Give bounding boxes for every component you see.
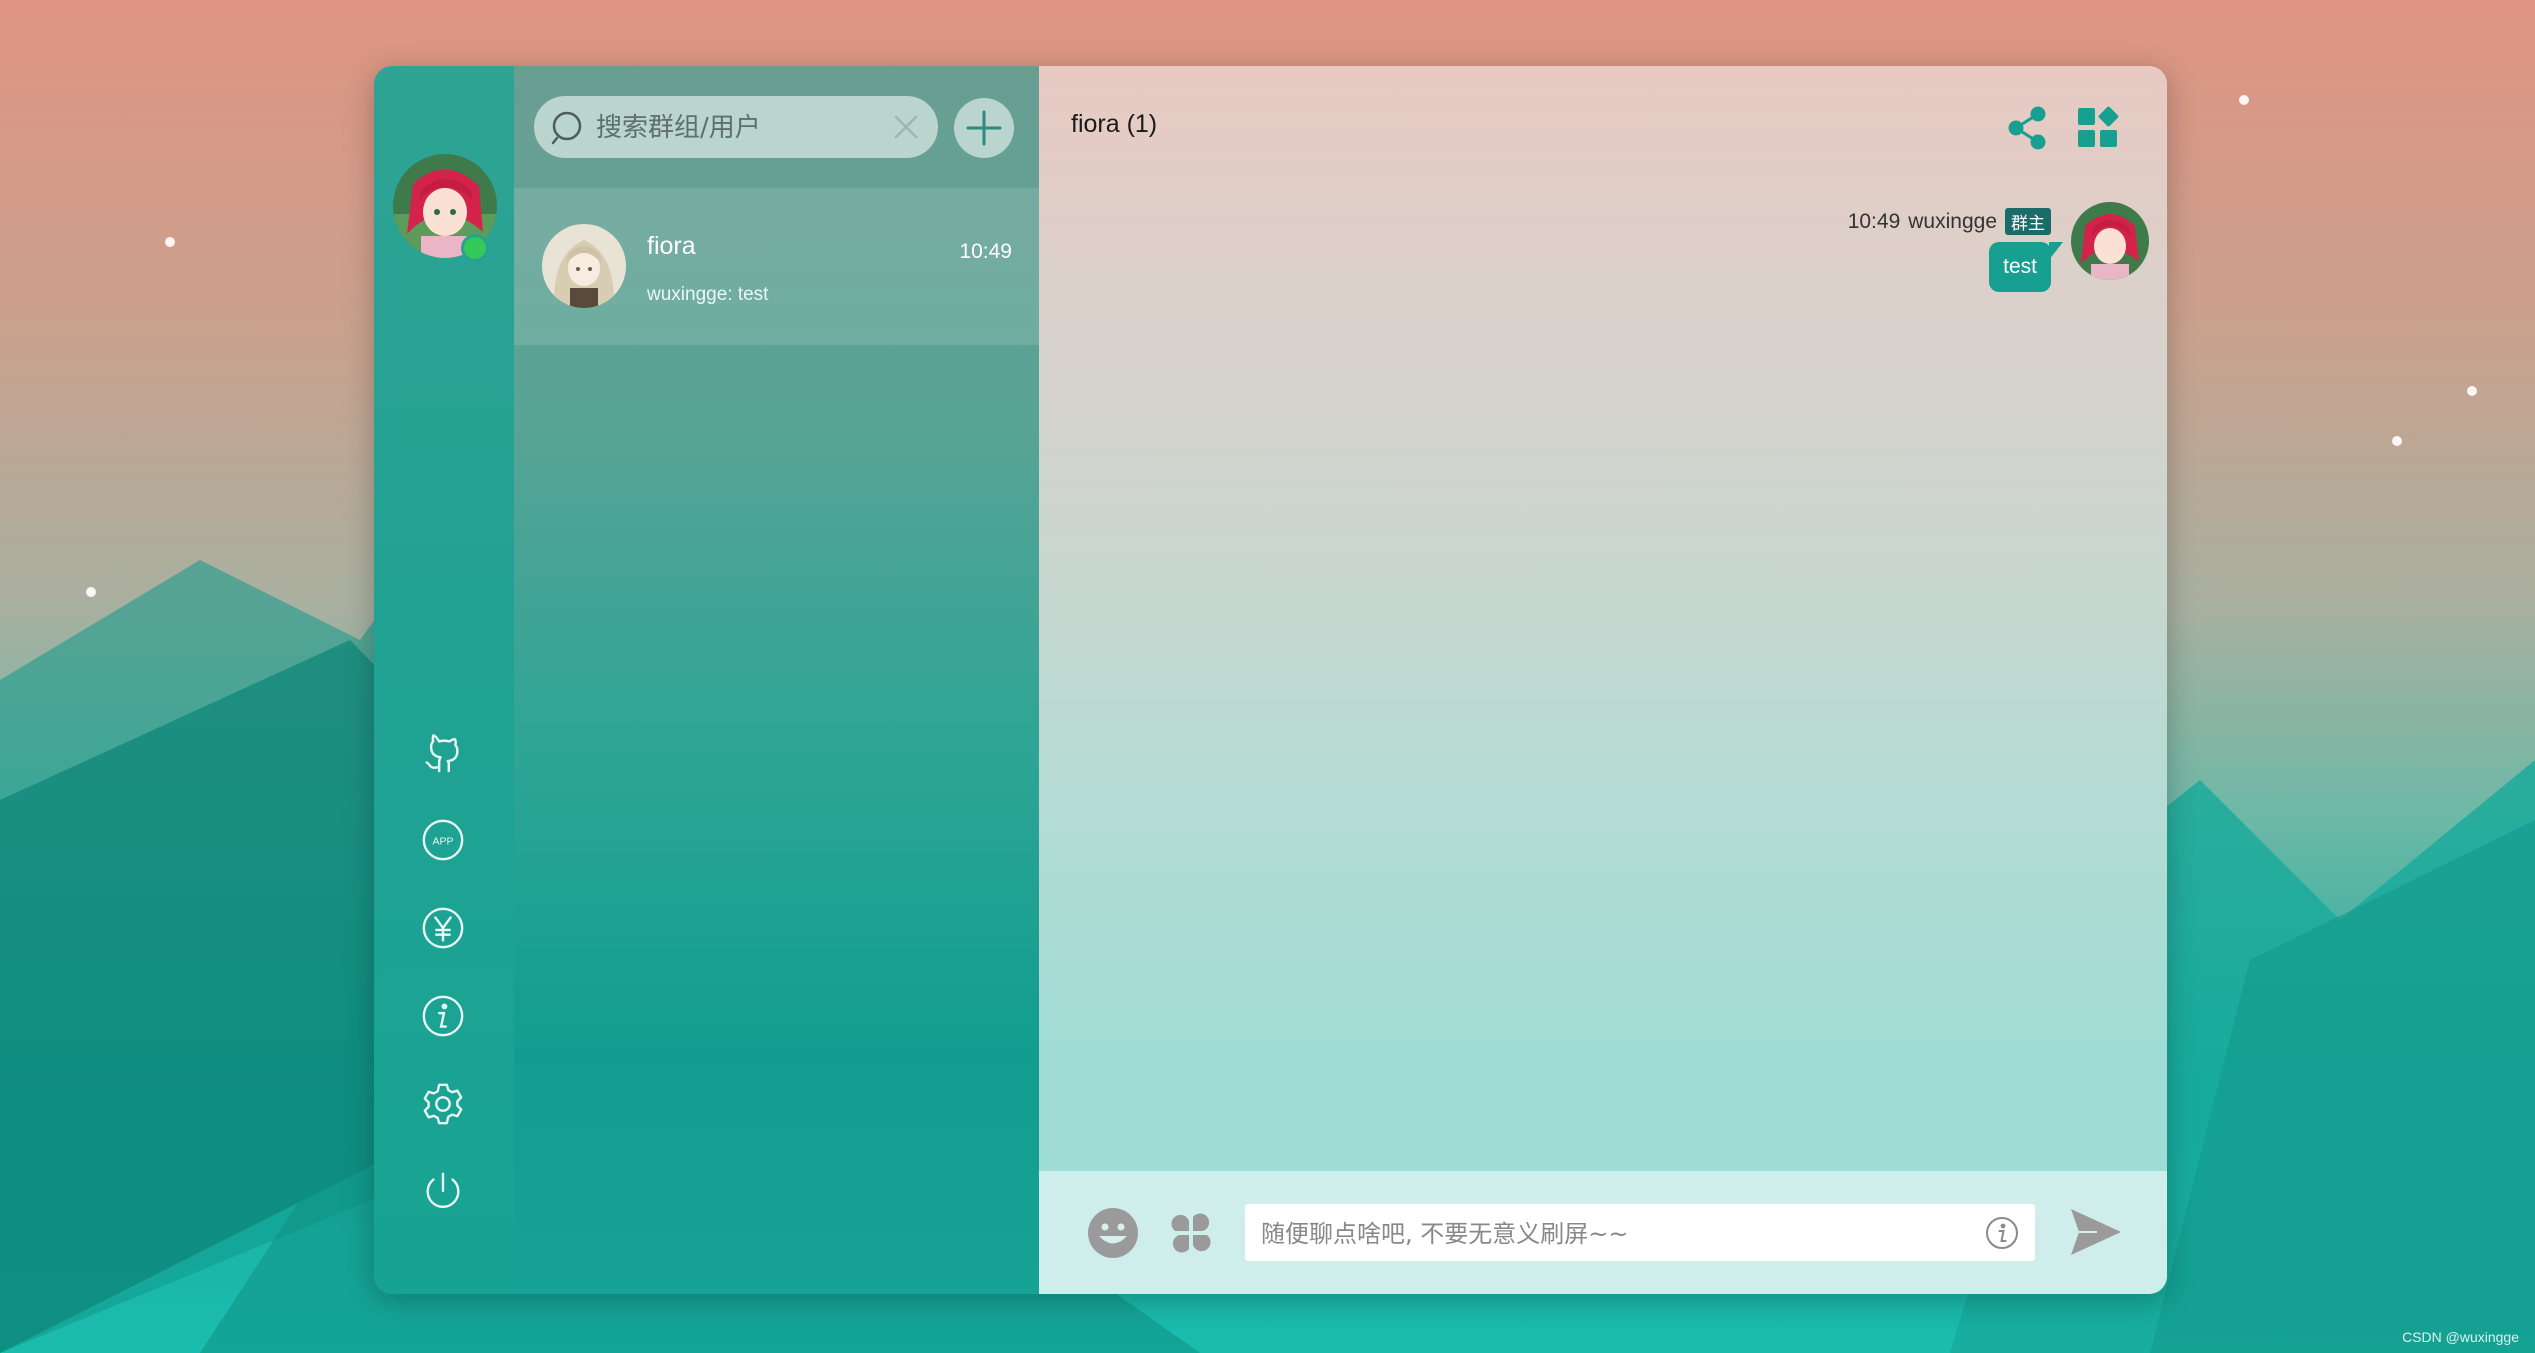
- chat-app-window: APP 搜索群组/用户 fiora 10:49 wuxingge: test f…: [374, 66, 2167, 1294]
- power-icon[interactable]: [418, 1167, 468, 1217]
- plus-icon: [966, 110, 1002, 146]
- search-icon: [551, 111, 582, 145]
- message-bubble: test: [1989, 242, 2051, 292]
- feature-icon[interactable]: [1163, 1205, 1219, 1261]
- online-status-dot: [461, 234, 489, 262]
- search-box: [534, 96, 938, 160]
- share-icon[interactable]: [2004, 104, 2052, 152]
- add-group-button[interactable]: [954, 98, 1014, 158]
- send-icon[interactable]: [2067, 1203, 2125, 1261]
- app-icon[interactable]: APP: [418, 815, 468, 865]
- conversation-list-panel: fiora 10:49 wuxingge: test: [514, 66, 1039, 1294]
- conversation-last-message: wuxingge: test: [647, 284, 769, 305]
- yen-icon[interactable]: [418, 903, 468, 953]
- expression-info-icon[interactable]: [1985, 1216, 2019, 1250]
- conversation-item[interactable]: fiora 10:49 wuxingge: test: [514, 188, 1039, 345]
- message-bubble-tail: [2049, 242, 2063, 260]
- conversation-avatar: [542, 224, 626, 308]
- chat-panel: fiora (1) 10:49 wuxingge 群主 test: [1039, 66, 2167, 1294]
- sidebar: APP: [374, 66, 514, 1294]
- chat-title: fiora (1): [1071, 110, 1158, 138]
- message-author: wuxingge: [1908, 209, 1997, 233]
- conversation-time: 10:49: [959, 240, 1012, 263]
- search-input[interactable]: [594, 96, 888, 160]
- emoji-icon[interactable]: [1085, 1205, 1141, 1261]
- message-meta: 10:49 wuxingge 群主: [1848, 208, 2051, 235]
- settings-icon[interactable]: [418, 1079, 468, 1129]
- svg-text:APP: APP: [432, 835, 453, 847]
- message-composer: [1039, 1171, 2167, 1294]
- conversation-name: fiora: [647, 232, 696, 260]
- github-icon[interactable]: [418, 727, 468, 777]
- message-time: 10:49: [1847, 209, 1901, 233]
- message-input-box: [1245, 1204, 2035, 1263]
- dashboard-icon[interactable]: [2074, 104, 2122, 152]
- message-input[interactable]: [1259, 1204, 1963, 1263]
- credit-text: CSDN @wuxingge: [2402, 1329, 2519, 1345]
- message-avatar[interactable]: [2071, 202, 2149, 280]
- owner-badge: 群主: [2005, 208, 2051, 235]
- info-icon[interactable]: [418, 991, 468, 1041]
- clear-search-icon[interactable]: [892, 113, 920, 141]
